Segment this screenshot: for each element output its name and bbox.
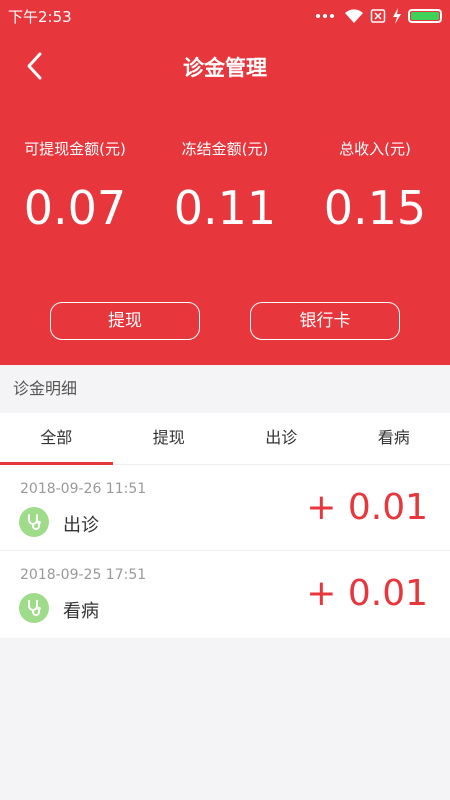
bank-card-button[interactable]: 银行卡: [250, 302, 400, 340]
tab-all[interactable]: 全部: [0, 413, 113, 465]
stat-label: 可提现金额(元): [24, 140, 126, 158]
header: 下午2:53 诊金管理 可提现金额(元) 0.07 冻结金额(元) 0.11 总…: [0, 0, 450, 365]
status-icons: [316, 7, 442, 25]
tab-house-call[interactable]: 出诊: [225, 413, 338, 464]
status-bar: 下午2:53: [0, 0, 450, 32]
record-amount: + 0.01: [306, 573, 428, 614]
sim-card-icon: [370, 9, 386, 23]
battery-icon: [408, 9, 442, 23]
record-type: 看病: [63, 601, 99, 622]
record-date: 2018-09-25 17:51: [20, 567, 147, 583]
record-date: 2018-09-26 11:51: [20, 481, 147, 497]
stat-value: 0.15: [323, 181, 427, 235]
stat-total-income: 总收入(元) 0.15: [300, 138, 450, 235]
top-bar: 诊金管理: [0, 40, 450, 92]
list-item[interactable]: 2018-09-25 17:51 看病 + 0.01: [0, 551, 450, 638]
tab-consultation[interactable]: 看病: [338, 413, 450, 464]
status-time: 下午2:53: [8, 8, 72, 26]
stat-frozen: 冻结金额(元) 0.11: [150, 138, 300, 235]
stat-value: 0.11: [173, 181, 277, 235]
stat-value: 0.07: [23, 181, 127, 235]
details-section-title: 诊金明细: [0, 365, 450, 413]
records-list: 2018-09-26 11:51 出诊 + 0.01 2018-09-25 17…: [0, 465, 450, 638]
list-item[interactable]: 2018-09-26 11:51 出诊 + 0.01: [0, 465, 450, 551]
record-amount: + 0.01: [306, 487, 428, 528]
charging-icon: [393, 8, 401, 24]
stat-withdrawable: 可提现金额(元) 0.07: [0, 138, 150, 235]
stethoscope-icon: [19, 507, 49, 537]
page-title: 诊金管理: [183, 56, 267, 80]
stat-label: 冻结金额(元): [181, 140, 269, 158]
tab-withdraw[interactable]: 提现: [113, 413, 226, 464]
balance-stats: 可提现金额(元) 0.07 冻结金额(元) 0.11 总收入(元) 0.15: [0, 138, 450, 235]
stat-label: 总收入(元): [339, 140, 411, 158]
record-type: 出诊: [63, 515, 99, 536]
wifi-icon: [345, 9, 363, 23]
stethoscope-icon: [19, 593, 49, 623]
more-dots-icon: [316, 14, 334, 18]
detail-tabs: 全部 提现 出诊 看病: [0, 413, 450, 465]
withdraw-button[interactable]: 提现: [50, 302, 200, 340]
